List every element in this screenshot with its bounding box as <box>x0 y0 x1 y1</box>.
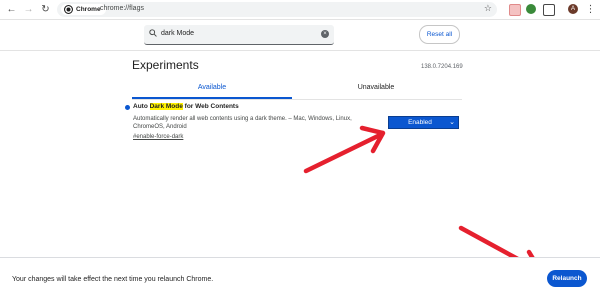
arrow-to-enabled-select <box>303 125 386 174</box>
annotation-arrows <box>303 125 544 277</box>
relaunch-button[interactable]: Relaunch <box>547 270 587 287</box>
relaunch-message: Your changes will take effect the next t… <box>12 276 214 283</box>
relaunch-bar: Your changes will take effect the next t… <box>0 257 600 296</box>
